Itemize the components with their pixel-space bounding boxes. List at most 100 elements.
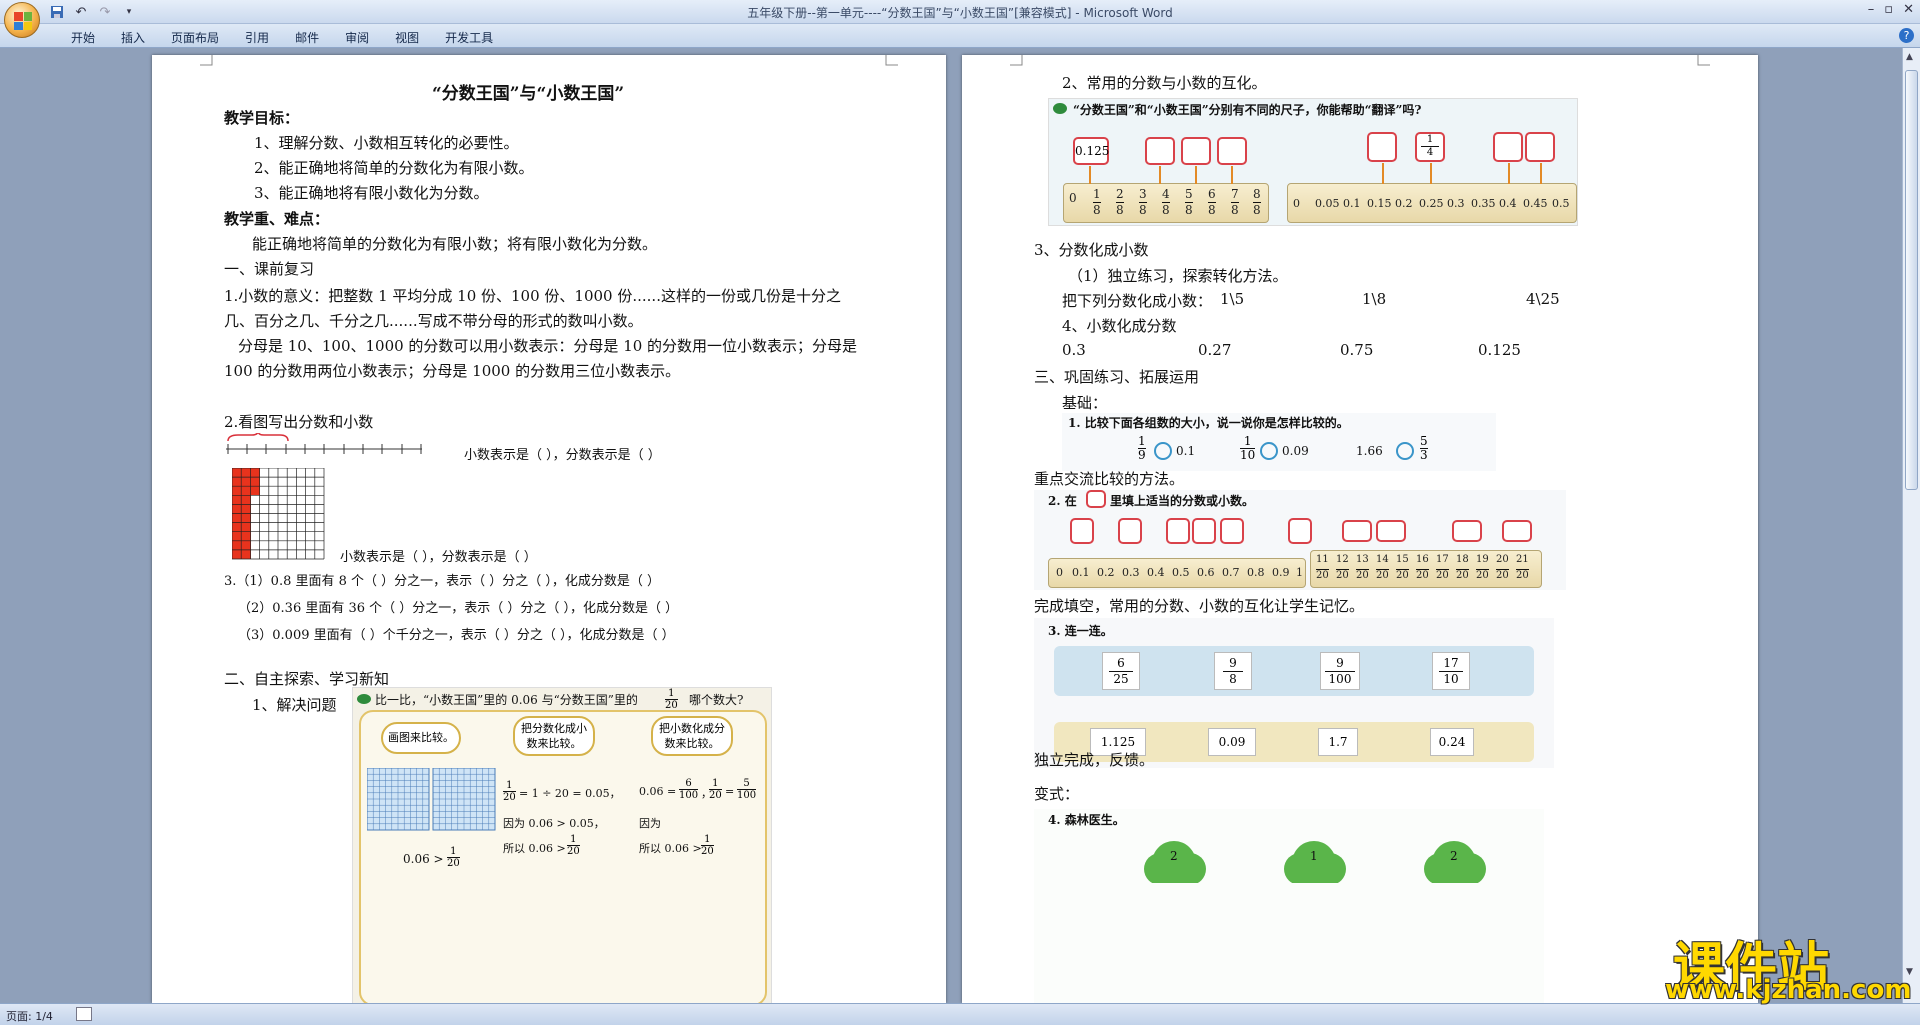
figure-title: 3. 连一连。 [1048, 624, 1113, 638]
answer-box[interactable] [1145, 137, 1175, 165]
key-text: 能正确地将简单的分数化为有限小数；将有限小数化为分数。 [252, 235, 658, 253]
ruler-tick-label: 19 [1476, 554, 1489, 565]
speech-bubble: 画图来比较。 [381, 722, 461, 754]
ruler-tick-label: 2 [1116, 187, 1124, 201]
ruler-tick-label: 8 [1162, 202, 1170, 217]
ruler-tick-label: 4 [1162, 187, 1170, 201]
compare-circle[interactable] [1396, 442, 1414, 460]
decimal-card[interactable]: 0.09 [1208, 728, 1256, 756]
answer-box[interactable] [1502, 520, 1532, 542]
figure-title: 2. 在 [1048, 494, 1077, 508]
answer-box[interactable] [1118, 518, 1142, 544]
ruler-tick-label: 13 [1356, 554, 1369, 565]
answer-box[interactable] [1181, 137, 1211, 165]
scrollbar-thumb[interactable] [1905, 70, 1918, 490]
answer-box[interactable] [1452, 520, 1482, 542]
section-line: 独立完成，反馈。 [1034, 751, 1155, 769]
ruler-tick-label: 8 [1253, 202, 1261, 217]
tab-review[interactable]: 审阅 [332, 29, 382, 46]
help-icon[interactable]: ? [1899, 28, 1914, 43]
answer-box[interactable] [1166, 518, 1190, 544]
figure-title: 4. 森林医生。 [1048, 813, 1125, 827]
answer-box[interactable] [1493, 132, 1523, 162]
language-icon[interactable] [76, 1007, 92, 1021]
office-button[interactable] [4, 2, 40, 38]
compare-circle[interactable] [1154, 442, 1172, 460]
two-grids-figure [367, 768, 496, 831]
ruler-tick-label: 0.35 [1471, 197, 1496, 210]
exercise-item: 1\8 [1362, 290, 1387, 308]
fraction-card[interactable]: 9 8 [1214, 652, 1252, 690]
answer-line: 小数表示是（ ），分数表示是（ ） [340, 550, 537, 565]
fraction-numerator: 5 [1420, 434, 1428, 448]
document-area[interactable]: “分数王国”与“小数王国” 教学目标： 1、理解分数、小数相互转化的必要性。 2… [0, 48, 1902, 1003]
ruler-tick-label: 0.5 [1172, 566, 1190, 579]
section-line: 4、小数化成分数 [1062, 317, 1177, 335]
answer-line: 小数表示是（ ），分数表示是（ ） [464, 448, 661, 463]
answer-box[interactable] [1367, 132, 1397, 162]
ruler-tick-label: 20 [1356, 569, 1369, 581]
arrow-icon [1231, 166, 1233, 184]
section-heading: 三、巩固练习、拓展运用 [1034, 368, 1200, 386]
minimize-icon[interactable]: – [1868, 2, 1875, 17]
vertical-scrollbar[interactable]: ▲ ▼ [1902, 48, 1920, 1003]
arrow-icon [1089, 166, 1091, 184]
ruler-tick-label: 1 [1296, 566, 1303, 579]
answer-box[interactable] [1288, 518, 1312, 544]
close-icon[interactable]: ✕ [1903, 2, 1914, 17]
ruler-tick-label: 14 [1376, 554, 1389, 565]
ruler-tick-label: 5 [1185, 187, 1193, 201]
tab-references[interactable]: 引用 [232, 29, 282, 46]
section-line: 把下列分数化成小数： [1062, 292, 1213, 310]
tab-view[interactable]: 视图 [382, 29, 432, 46]
fill-rulers-figure: 2. 在 里填上适当的分数或小数。 0 0.1 0.2 0.3 0.4 0.5 … [1034, 490, 1566, 590]
forest-figure: 4. 森林医生。 2 1 2 [1034, 809, 1544, 1003]
ruler-tick-label: 0.25 [1419, 197, 1444, 210]
answer-box[interactable] [1376, 520, 1406, 542]
tab-mailings[interactable]: 邮件 [282, 29, 332, 46]
ruler-tick-label: 0.3 [1447, 197, 1465, 210]
fraction-denominator: 25 [1109, 671, 1133, 687]
tab-insert[interactable]: 插入 [108, 29, 158, 46]
speech-bubble: 把分数化成小数来比较。 [513, 716, 595, 756]
decimal-card[interactable]: 1.7 [1318, 728, 1358, 756]
exercise-item: 0.125 [1478, 341, 1521, 359]
answer-box[interactable] [1192, 518, 1216, 544]
ruler-tick-label: 0.1 [1343, 197, 1361, 210]
ruler-tick-label: 20 [1316, 569, 1329, 581]
ruler-tick-label: 20 [1336, 569, 1349, 581]
tab-home[interactable]: 开始 [58, 29, 108, 46]
page-2: 2、常用的分数与小数的互化。 “分数王国”和“小数王国”分别有不同的尺子，你能帮… [962, 55, 1758, 1003]
compare-figure: 比一比，“小数王国”里的 0.06 与“分数王国”里的 1 20 哪个数大? 画… [352, 687, 772, 1003]
decimal-card[interactable]: 0.24 [1430, 728, 1474, 756]
fraction-card[interactable]: 6 25 [1102, 652, 1140, 690]
compare-circle[interactable] [1260, 442, 1278, 460]
fraction-numerator: 9 [1336, 656, 1344, 670]
fraction-denominator: 20 [709, 789, 722, 801]
fraction: 5 3 [1420, 435, 1428, 462]
tab-developer[interactable]: 开发工具 [432, 29, 506, 46]
fraction-numerator: 1 [704, 834, 711, 845]
section-line: 完成填空，常用的分数、小数的互化让学生记忆。 [1034, 597, 1365, 615]
expression: 因为 [639, 817, 661, 830]
answer-box[interactable] [1525, 132, 1555, 162]
ruler-tick-label: 0.4 [1499, 197, 1517, 210]
page-indicator[interactable]: 页面: 1/4 [6, 1008, 53, 1024]
ruler-tick-label: 8 [1139, 202, 1147, 217]
tree-number: 1 [1310, 849, 1318, 863]
answer-box[interactable] [1342, 520, 1372, 542]
scroll-up-icon[interactable]: ▲ [1906, 52, 1913, 62]
answer-box[interactable] [1217, 137, 1247, 165]
maximize-icon[interactable]: ▫ [1884, 2, 1893, 17]
ruler-tick-label: 3 [1139, 187, 1147, 201]
crop-mark-icon [200, 55, 213, 66]
green-dot-icon [1053, 103, 1067, 114]
fraction-card[interactable]: 9 100 [1320, 652, 1360, 690]
answer-box[interactable] [1220, 518, 1244, 544]
green-dot-icon [357, 694, 371, 704]
fraction-card[interactable]: 17 10 [1432, 652, 1470, 690]
answer-box[interactable] [1070, 518, 1094, 544]
fraction-numerator: 1 [1138, 434, 1146, 448]
fraction-denominator: 100 [737, 789, 757, 801]
tab-page-layout[interactable]: 页面布局 [158, 29, 232, 46]
